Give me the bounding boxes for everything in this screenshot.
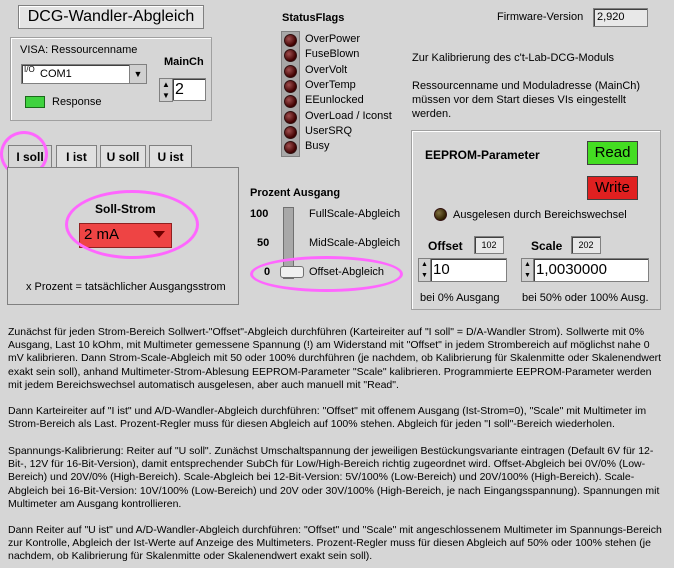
- help-paragraph-1: Zunächst für jeden Strom-Bereich Sollwer…: [8, 326, 662, 391]
- help-paragraph-3: Spannungs-Kalibrierung: Reiter auf "U so…: [8, 445, 660, 510]
- firmware-value: 2,920: [593, 8, 648, 27]
- eeprom-title: EEPROM-Parameter: [425, 148, 540, 162]
- status-flag-label: OverTemp: [305, 78, 356, 91]
- status-flag-label: Busy: [305, 140, 330, 153]
- status-led-icon: [284, 64, 297, 78]
- mainch-label: MainCh: [164, 56, 204, 68]
- read-button[interactable]: Read: [587, 141, 638, 165]
- io-icon: I/O: [24, 65, 35, 74]
- visa-resource-value: COM1: [40, 68, 72, 80]
- mainch-stepper[interactable]: ▲ ▼: [159, 78, 173, 102]
- info-text: Zur Kalibrierung des c't-Lab-DCG-Moduls …: [412, 52, 641, 120]
- dropdown-arrow-icon[interactable]: ▼: [129, 65, 146, 83]
- prozent-title: Prozent Ausgang: [250, 187, 341, 199]
- tab-i-ist[interactable]: I ist: [56, 145, 97, 168]
- help-paragraph-2: Dann Karteireiter auf "I ist" und A/D-Wa…: [8, 405, 647, 431]
- mainch-input[interactable]: 2: [172, 78, 206, 101]
- scale-input[interactable]: 1,0030000: [533, 258, 649, 282]
- tick-50: 50: [257, 237, 270, 249]
- status-led-icon: [284, 125, 297, 139]
- tab-u-soll[interactable]: U soll: [100, 145, 146, 168]
- status-flag-label: OverPower: [305, 33, 361, 45]
- help-paragraph-4: Dann Reiter auf "U ist" und A/D-Wandler-…: [8, 524, 662, 563]
- annotation-circle: [250, 256, 403, 292]
- status-flag-label: OverVolt: [305, 63, 348, 76]
- status-led-icon: [284, 110, 297, 124]
- response-led: [25, 96, 45, 108]
- visa-resource-select[interactable]: I/O COM1 ▼: [21, 64, 147, 84]
- visa-label: VISA: Ressourcenname: [20, 44, 138, 56]
- midscale-label: MidScale-Abgleich: [309, 237, 401, 249]
- status-led-icon: [284, 79, 297, 93]
- offset-address: 102: [474, 236, 504, 254]
- offset-input[interactable]: 10: [430, 258, 507, 282]
- fullscale-label: FullScale-Abgleich: [309, 208, 401, 220]
- tick-100: 100: [250, 208, 269, 220]
- offset-param-label: Offset: [428, 239, 463, 253]
- status-flag-label: OverLoad / Iconst: [305, 109, 392, 122]
- status-flag-label: FuseBlown: [305, 48, 360, 61]
- status-flag-label: UserSRQ: [305, 124, 353, 137]
- scale-address: 202: [571, 236, 601, 254]
- soll-strom-note: x Prozent = tatsächlicher Ausgangsstrom: [26, 281, 226, 293]
- tab-u-ist[interactable]: U ist: [149, 145, 192, 168]
- scale-note: bei 50% oder 100% Ausg.: [522, 292, 649, 304]
- response-label: Response: [52, 96, 102, 108]
- auto-read-led: [434, 208, 447, 221]
- status-flag-label: EEunlocked: [305, 94, 364, 107]
- app-title: DCG-Wandler-Abgleich: [18, 5, 204, 29]
- write-button[interactable]: Write: [587, 176, 638, 200]
- firmware-label: Firmware-Version: [497, 11, 584, 23]
- status-led-icon: [284, 34, 297, 47]
- scale-param-label: Scale: [531, 239, 563, 253]
- status-led-icon: [284, 141, 297, 155]
- annotation-circle: [65, 190, 199, 259]
- status-flags-title: StatusFlags: [282, 12, 345, 24]
- offset-note: bei 0% Ausgang: [420, 292, 500, 304]
- auto-read-label: Ausgelesen durch Bereichswechsel: [453, 209, 627, 221]
